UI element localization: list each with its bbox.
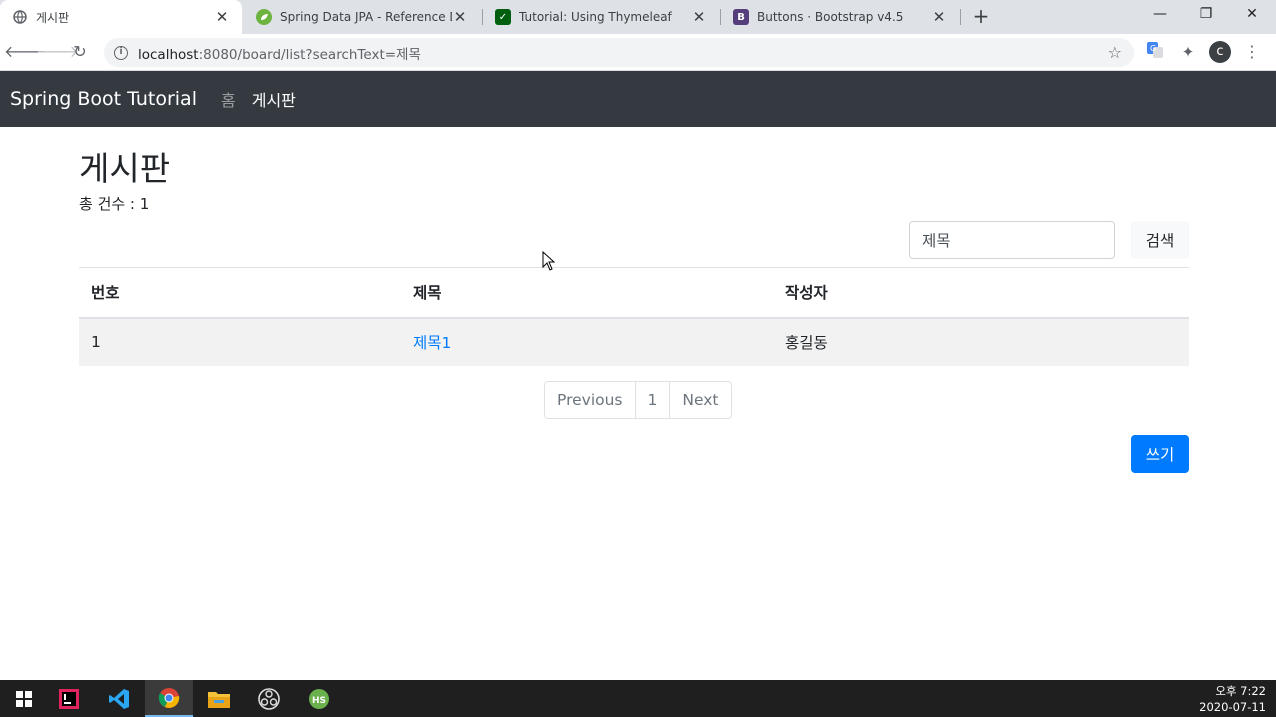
system-clock[interactable]: 오후 7:22 2020-07-11 xyxy=(1199,683,1266,715)
page-previous[interactable]: Previous xyxy=(544,381,636,419)
new-tab-button[interactable]: + xyxy=(968,4,994,30)
navbar-brand[interactable]: Spring Boot Tutorial xyxy=(10,88,197,110)
file-explorer-icon[interactable] xyxy=(195,680,243,717)
restore-button[interactable]: ❐ xyxy=(1183,0,1229,30)
header-title: 제목 xyxy=(413,284,442,303)
tab-board[interactable]: 게시판 ✕ xyxy=(0,0,242,34)
tab-title: Buttons · Bootstrap v4.5 xyxy=(757,10,904,24)
cell-number: 1 xyxy=(91,333,101,351)
app-navbar: Spring Boot Tutorial 홈 게시판 xyxy=(0,71,1276,127)
page-next[interactable]: Next xyxy=(669,381,732,419)
table-header-row: 번호 제목 작성자 xyxy=(79,267,1189,318)
close-icon[interactable]: ✕ xyxy=(214,8,230,26)
svg-text:HS: HS xyxy=(312,696,326,706)
reload-button[interactable]: ↻ xyxy=(68,40,92,64)
minimize-button[interactable]: — xyxy=(1137,0,1183,30)
nav-link-board[interactable]: 게시판 xyxy=(252,87,296,111)
mouse-cursor xyxy=(542,250,556,275)
intellij-icon[interactable] xyxy=(45,680,93,717)
cell-author: 홍길동 xyxy=(785,334,828,352)
search-button[interactable]: 검색 xyxy=(1131,221,1189,259)
nav-link-home[interactable]: 홈 xyxy=(221,87,236,111)
tab-title: 게시판 xyxy=(36,10,70,25)
post-title-link[interactable]: 제목1 xyxy=(413,334,451,352)
close-icon[interactable]: ✕ xyxy=(931,8,947,26)
browser-tab-strip: 게시판 ✕ Spring Data JPA - Reference Do ✕ ✓… xyxy=(0,0,1276,34)
search-input[interactable] xyxy=(909,221,1115,259)
spring-leaf-icon xyxy=(256,9,272,25)
close-icon[interactable]: ✕ xyxy=(452,8,468,26)
tab-title: Spring Data JPA - Reference Do xyxy=(280,10,452,24)
search-form: 검색 xyxy=(909,221,1189,259)
bookmark-star-icon[interactable]: ☆ xyxy=(1108,43,1122,62)
write-button[interactable]: 쓰기 xyxy=(1131,435,1189,473)
svg-text:G: G xyxy=(1150,44,1156,53)
page-1[interactable]: 1 xyxy=(634,381,671,419)
table-row: 1 제목1 홍길동 xyxy=(79,317,1189,366)
close-window-button[interactable]: ✕ xyxy=(1229,0,1275,30)
thymeleaf-icon: ✓ xyxy=(495,9,511,25)
header-number: 번호 xyxy=(91,284,120,303)
translate-icon[interactable]: G xyxy=(1144,41,1166,63)
forward-button[interactable]: 🡒 xyxy=(36,40,79,64)
extensions-puzzle-icon[interactable]: ✦ xyxy=(1177,41,1199,63)
obs-icon[interactable] xyxy=(245,680,293,717)
browser-toolbar: 🡐 🡒 ↻ i localhost:8080/board/list?search… xyxy=(0,34,1276,71)
windows-start-icon[interactable] xyxy=(0,680,48,717)
board-table: 번호 제목 작성자 1 제목1 홍길동 xyxy=(79,267,1189,366)
total-count: 총 건수 : 1 xyxy=(79,195,150,213)
menu-dots-icon[interactable]: ⋮ xyxy=(1241,41,1263,63)
back-button[interactable]: 🡐 xyxy=(4,40,47,64)
clock-time: 오후 7:22 xyxy=(1215,684,1266,698)
globe-icon xyxy=(12,9,28,25)
vscode-icon[interactable] xyxy=(95,680,143,717)
pagination: Previous 1 Next xyxy=(544,381,732,419)
address-bar[interactable]: i localhost:8080/board/list?searchText=제… xyxy=(104,38,1134,67)
page-title: 게시판 xyxy=(79,149,171,188)
tab-title: Tutorial: Using Thymeleaf xyxy=(519,10,672,24)
main-container: 게시판 총 건수 : 1 검색 번호 제목 작성자 1 제목1 홍길동 Prev… xyxy=(79,127,1189,473)
chrome-icon[interactable] xyxy=(145,680,193,717)
tab-thymeleaf[interactable]: ✓ Tutorial: Using Thymeleaf ✕ xyxy=(483,0,719,34)
tab-spring-data-jpa[interactable]: Spring Data JPA - Reference Do ✕ xyxy=(244,0,480,34)
close-icon[interactable]: ✕ xyxy=(691,8,707,26)
url-text: localhost:8080/board/list?searchText=제목 xyxy=(138,46,421,63)
hs-app-icon[interactable]: HS xyxy=(295,680,343,717)
cell-title: 제목1 xyxy=(401,318,773,366)
bootstrap-icon: B xyxy=(733,9,749,25)
tab-bootstrap[interactable]: B Buttons · Bootstrap v4.5 ✕ xyxy=(721,0,959,34)
windows-taskbar: HS 오후 7:22 2020-07-11 xyxy=(0,680,1276,717)
clock-date: 2020-07-11 xyxy=(1199,700,1266,714)
info-icon[interactable]: i xyxy=(114,45,128,60)
profile-avatar[interactable]: c xyxy=(1209,41,1231,63)
header-author: 작성자 xyxy=(785,284,828,303)
